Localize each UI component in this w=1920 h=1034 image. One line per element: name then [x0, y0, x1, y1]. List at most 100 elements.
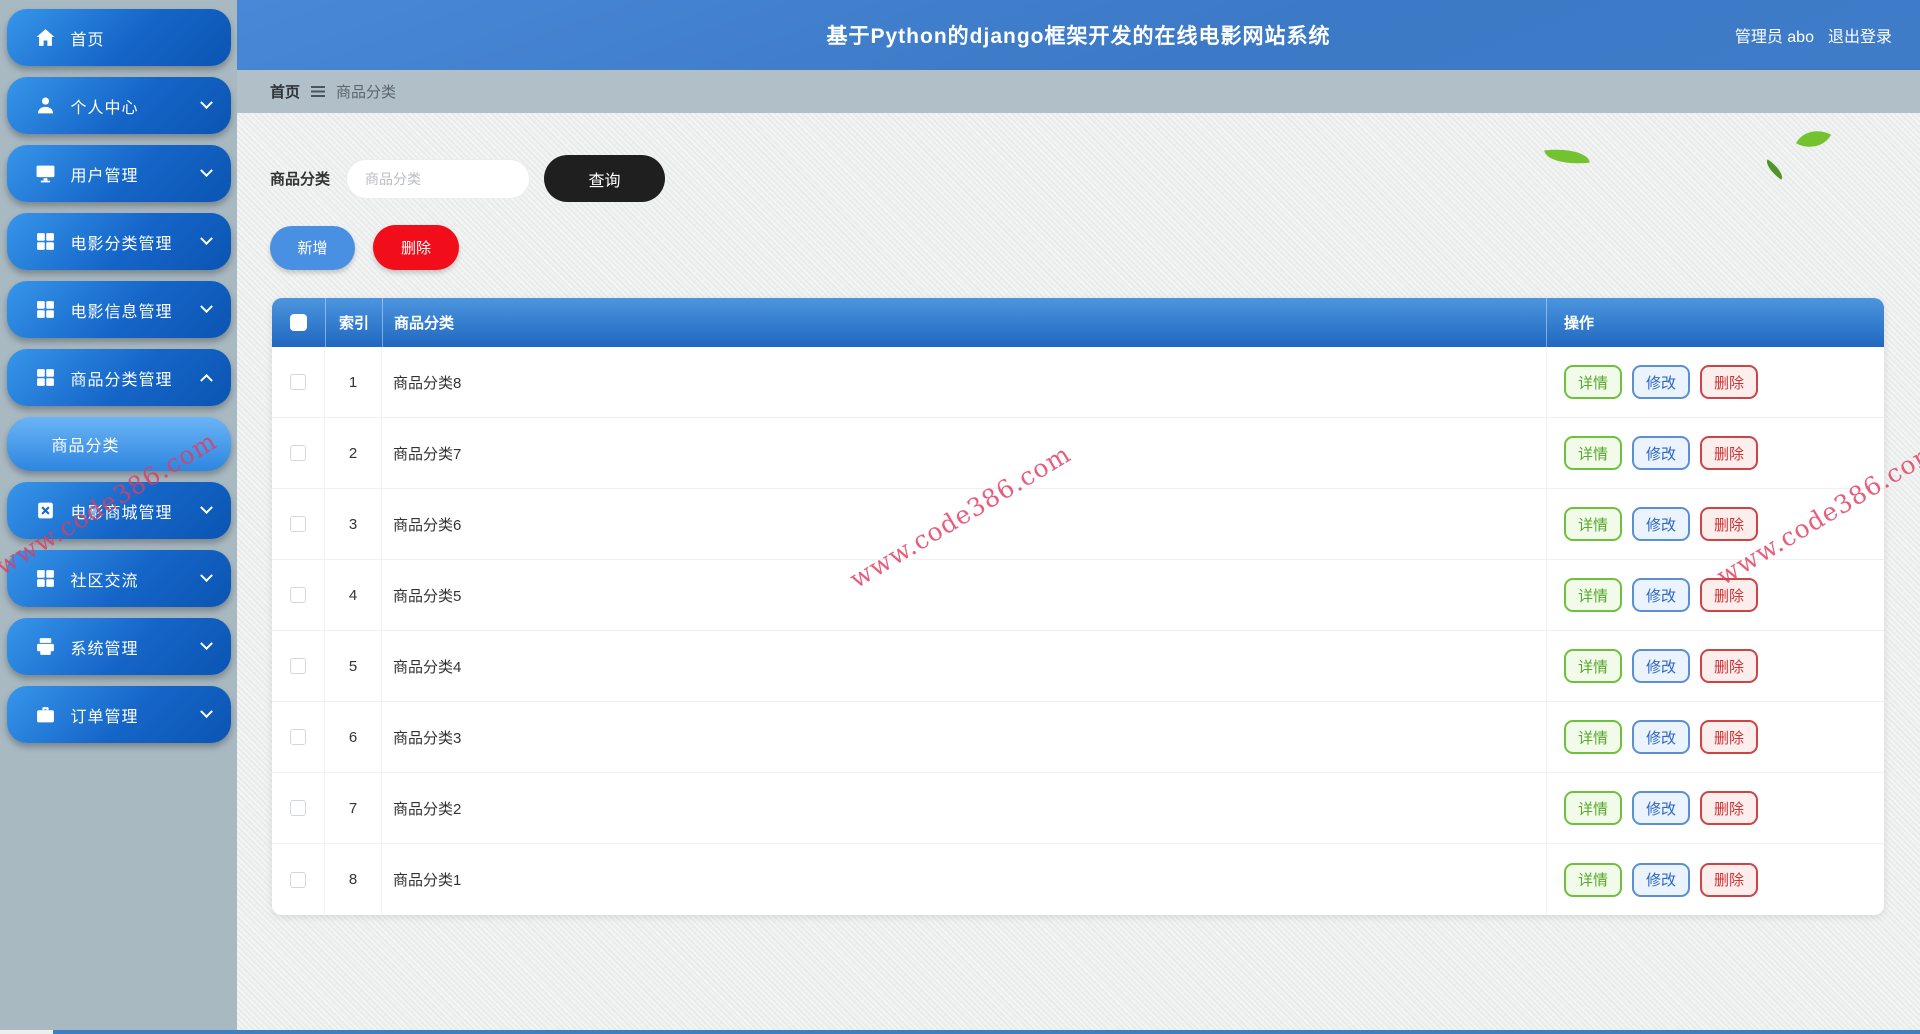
chevron-down-icon: [199, 164, 213, 178]
table-row: 4 商品分类5 详情 修改 删除: [272, 560, 1884, 631]
top-header: 基于Python的django框架开发的在线电影网站系统 管理员 abo 退出登…: [237, 0, 1920, 70]
breadcrumb-home[interactable]: 首页: [270, 81, 300, 102]
delete-button[interactable]: 删除: [373, 225, 459, 270]
search-input[interactable]: [346, 158, 531, 199]
row-index: 6: [325, 702, 382, 772]
edit-button[interactable]: 修改: [1632, 791, 1691, 825]
detail-button[interactable]: 详情: [1564, 507, 1623, 541]
horizontal-scrollbar[interactable]: [53, 1030, 1920, 1034]
sidebar-item-2[interactable]: 个人中心: [6, 77, 231, 134]
sidebar-item-6[interactable]: 商品分类管理: [6, 349, 231, 406]
edit-button[interactable]: 修改: [1632, 365, 1691, 399]
page-title: 基于Python的django框架开发的在线电影网站系统: [826, 25, 1331, 48]
column-header-index: 索引: [325, 298, 382, 347]
sidebar-item-label: 商品分类管理: [70, 371, 173, 389]
sidebar-item-label: 电影分类管理: [70, 235, 173, 253]
detail-button[interactable]: 详情: [1564, 365, 1623, 399]
row-delete-button[interactable]: 删除: [1700, 649, 1759, 683]
table-row: 3 商品分类6 详情 修改 删除: [272, 489, 1884, 560]
row-checkbox[interactable]: [290, 587, 306, 603]
query-button[interactable]: 查询: [544, 155, 666, 202]
edit-button[interactable]: 修改: [1632, 578, 1691, 612]
table-row: 2 商品分类7 详情 修改 删除: [272, 418, 1884, 489]
sidebar-item-3[interactable]: 用户管理: [6, 145, 231, 202]
sidebar-subitem-7[interactable]: 商品分类: [6, 417, 231, 471]
table-header-row: 索引 商品分类 操作: [272, 298, 1884, 347]
admin-user-label: 管理员 abo: [1734, 29, 1814, 46]
sidebar-item-label: 社区交流: [70, 572, 139, 590]
person-icon: [35, 95, 56, 116]
detail-button[interactable]: 详情: [1564, 791, 1623, 825]
column-header-actions: 操作: [1546, 298, 1884, 347]
detail-button[interactable]: 详情: [1564, 649, 1623, 683]
table-body: 1 商品分类8 详情 修改 删除 2 商品分类7 详情 修改 删除 3 商品分类…: [272, 347, 1884, 915]
row-index: 2: [325, 418, 382, 488]
printer-icon: [35, 636, 56, 657]
edit-button[interactable]: 修改: [1632, 649, 1691, 683]
row-index: 3: [325, 489, 382, 559]
sidebar: 首页 个人中心 用户管理 电影分类管理 电影信息管理 商品分类管理 商品分类 电…: [0, 0, 237, 1030]
chevron-down-icon: [199, 96, 213, 110]
table-row: 8 商品分类1 详情 修改 删除: [272, 844, 1884, 915]
chevron-down-icon: [199, 705, 213, 719]
sidebar-item-10[interactable]: 系统管理: [6, 618, 231, 675]
chevron-up-icon: [199, 373, 213, 387]
row-delete-button[interactable]: 删除: [1700, 862, 1759, 897]
row-checkbox[interactable]: [290, 800, 306, 816]
detail-button[interactable]: 详情: [1564, 578, 1623, 612]
sidebar-item-label: 首页: [70, 31, 105, 49]
row-checkbox[interactable]: [290, 445, 306, 461]
sidebar-item-8[interactable]: 电影商城管理: [6, 482, 231, 539]
row-index: 7: [325, 773, 382, 843]
chevron-down-icon: [199, 637, 213, 651]
sidebar-item-5[interactable]: 电影信息管理: [6, 281, 231, 338]
sidebar-item-9[interactable]: 社区交流: [6, 550, 231, 607]
column-header-category: 商品分类: [382, 298, 1546, 347]
sidebar-item-4[interactable]: 电影分类管理: [6, 213, 231, 270]
sidebar-item-label: 商品分类: [51, 438, 120, 455]
row-checkbox[interactable]: [290, 729, 306, 745]
row-delete-button[interactable]: 删除: [1700, 507, 1759, 541]
grid-icon: [35, 367, 56, 388]
grid-icon: [35, 231, 56, 252]
table-row: 5 商品分类4 详情 修改 删除: [272, 631, 1884, 702]
row-checkbox[interactable]: [290, 871, 306, 888]
monitor-icon: [35, 163, 56, 184]
grid-icon: [35, 568, 56, 589]
sidebar-item-11[interactable]: 订单管理: [6, 686, 231, 743]
edit-button[interactable]: 修改: [1632, 862, 1691, 897]
add-button[interactable]: 新增: [270, 225, 355, 270]
category-table: 索引 商品分类 操作 1 商品分类8 详情 修改 删除 2 商品分类7 详情 修…: [272, 298, 1884, 915]
home-icon: [35, 27, 56, 48]
row-checkbox[interactable]: [290, 516, 306, 532]
row-delete-button[interactable]: 删除: [1700, 436, 1759, 470]
chevron-down-icon: [199, 232, 213, 246]
row-delete-button[interactable]: 删除: [1700, 720, 1759, 754]
row-category: 商品分类6: [393, 516, 462, 534]
row-category: 商品分类8: [393, 374, 462, 392]
detail-button[interactable]: 详情: [1564, 436, 1623, 470]
table-row: 6 商品分类3 详情 修改 删除: [272, 702, 1884, 773]
row-checkbox[interactable]: [290, 374, 306, 390]
logout-link[interactable]: 退出登录: [1828, 23, 1892, 47]
edit-button[interactable]: 修改: [1632, 507, 1691, 541]
select-all-checkbox[interactable]: [290, 314, 307, 331]
edit-button[interactable]: 修改: [1632, 436, 1691, 470]
detail-button[interactable]: 详情: [1564, 862, 1623, 897]
chevron-down-icon: [199, 300, 213, 314]
filter-row: 商品分类 查询: [270, 155, 1920, 202]
row-delete-button[interactable]: 删除: [1700, 365, 1759, 399]
toolbar-buttons: 新增 删除: [270, 225, 1920, 270]
sidebar-item-label: 个人中心: [70, 99, 139, 117]
row-index: 1: [325, 347, 382, 417]
row-checkbox[interactable]: [290, 658, 306, 674]
edit-button[interactable]: 修改: [1632, 720, 1691, 754]
row-index: 5: [325, 631, 382, 701]
row-delete-button[interactable]: 删除: [1700, 578, 1759, 612]
row-delete-button[interactable]: 删除: [1700, 791, 1759, 825]
detail-button[interactable]: 详情: [1564, 720, 1623, 754]
sidebar-item-1[interactable]: 首页: [6, 9, 231, 66]
chevron-down-icon: [199, 569, 213, 583]
main-content: 商品分类 查询 新增 删除 索引 商品分类 操作 1 商品分类8 详情 修改 删…: [237, 113, 1920, 1034]
sidebar-item-label: 电影商城管理: [70, 504, 173, 522]
